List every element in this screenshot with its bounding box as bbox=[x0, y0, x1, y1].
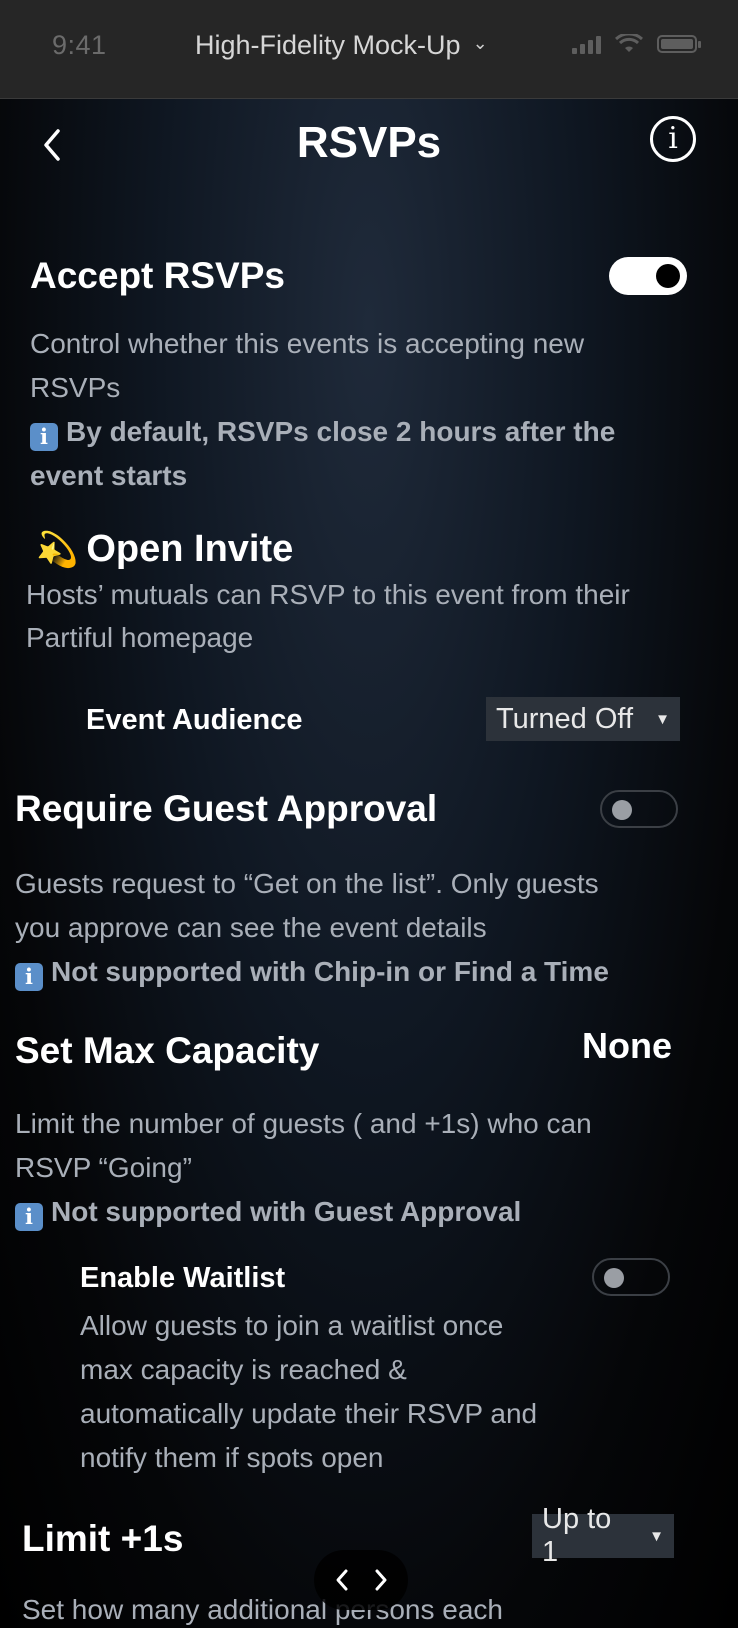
toggle-knob bbox=[656, 264, 680, 288]
limit-plus-ones-desc-line1: Set how many additional persons each bbox=[22, 1594, 503, 1625]
guest-approval-note: i Not supported with Chip-in or Find a Ti… bbox=[15, 950, 609, 994]
status-time: 9:41 bbox=[52, 30, 107, 60]
status-icons bbox=[572, 34, 701, 54]
prototype-title: High-Fidelity Mock-Up bbox=[195, 30, 461, 60]
chevron-down-icon: ⌄ bbox=[472, 33, 488, 53]
page-title: RSVPs bbox=[296, 118, 442, 167]
waitlist-desc-line4: notify them if spots open bbox=[80, 1442, 384, 1473]
open-invite-desc-line2: Partiful homepage bbox=[26, 622, 254, 653]
previous-page-icon[interactable] bbox=[331, 1565, 353, 1595]
accept-rsvps-toggle[interactable] bbox=[609, 257, 687, 295]
guest-approval-desc-line1: Guests request to “Get on the list”. Onl… bbox=[15, 868, 599, 899]
limit-plus-ones-title: Limit +1s bbox=[22, 1518, 184, 1559]
wifi-icon bbox=[615, 34, 643, 52]
accept-rsvps-desc-line1: Control whether this events is accepting… bbox=[30, 328, 585, 359]
guest-approval-toggle[interactable] bbox=[600, 790, 678, 828]
next-page-icon[interactable] bbox=[370, 1565, 392, 1595]
battery-icon bbox=[657, 35, 701, 53]
waitlist-desc-line3: automatically update their RSVP and bbox=[80, 1398, 538, 1429]
waitlist-desc-line2: max capacity is reached & bbox=[80, 1354, 407, 1385]
prototype-title-dropdown[interactable]: High-Fidelity Mock-Up ⌄ bbox=[195, 30, 488, 61]
max-capacity-title: Set Max Capacity bbox=[15, 1030, 320, 1071]
max-capacity-value[interactable]: None bbox=[582, 1025, 672, 1067]
info-badge-icon: i bbox=[15, 963, 43, 991]
max-capacity-note: i Not supported with Guest Approval bbox=[15, 1190, 521, 1234]
limit-plus-ones-select[interactable]: Up to 1 ▼ bbox=[532, 1503, 674, 1568]
status-bar: 9:41 High-Fidelity Mock-Up ⌄ bbox=[0, 0, 738, 99]
info-badge-icon: i bbox=[30, 423, 58, 451]
info-icon[interactable]: i bbox=[650, 116, 696, 162]
app-frame: 9:41 High-Fidelity Mock-Up ⌄ RSVPs i Acc… bbox=[0, 0, 738, 1628]
waitlist-toggle[interactable] bbox=[592, 1258, 670, 1296]
max-capacity-desc-line1: Limit the number of guests ( and +1s) wh… bbox=[15, 1108, 592, 1139]
accept-rsvps-desc-line2: RSVPs bbox=[30, 372, 121, 403]
accept-rsvps-note-line2: event starts bbox=[30, 460, 188, 491]
waitlist-title: Enable Waitlist bbox=[80, 1262, 286, 1294]
guest-approval-desc-line2: you approve can see the event details bbox=[15, 912, 487, 943]
sparkle-dizzy-icon: 💫 bbox=[36, 531, 79, 569]
waitlist-desc-line1: Allow guests to join a waitlist once bbox=[80, 1310, 504, 1341]
guest-approval-title: Require Guest Approval bbox=[15, 788, 438, 829]
caret-down-icon: ▼ bbox=[649, 1527, 664, 1545]
event-audience-select[interactable]: Turned Off ▼ bbox=[486, 697, 680, 741]
event-audience-value: Turned Off bbox=[496, 702, 634, 735]
toggle-knob bbox=[612, 800, 632, 820]
accept-rsvps-note-line1: i By default, RSVPs close 2 hours after t… bbox=[30, 410, 615, 454]
toggle-knob bbox=[604, 1268, 624, 1288]
prototype-pager bbox=[314, 1550, 408, 1610]
caret-down-icon: ▼ bbox=[655, 710, 670, 728]
info-badge-icon: i bbox=[15, 1203, 43, 1231]
open-invite-title: 💫 Open Invite bbox=[36, 528, 294, 570]
accept-rsvps-title: Accept RSVPs bbox=[30, 255, 285, 296]
open-invite-desc-line1: Hosts’ mutuals can RSVP to this event fr… bbox=[26, 579, 630, 610]
event-audience-label: Event Audience bbox=[86, 704, 303, 736]
max-capacity-desc-line2: RSVP “Going” bbox=[15, 1152, 192, 1183]
limit-plus-ones-value: Up to 1 bbox=[542, 1503, 612, 1568]
signal-icon bbox=[572, 34, 601, 54]
